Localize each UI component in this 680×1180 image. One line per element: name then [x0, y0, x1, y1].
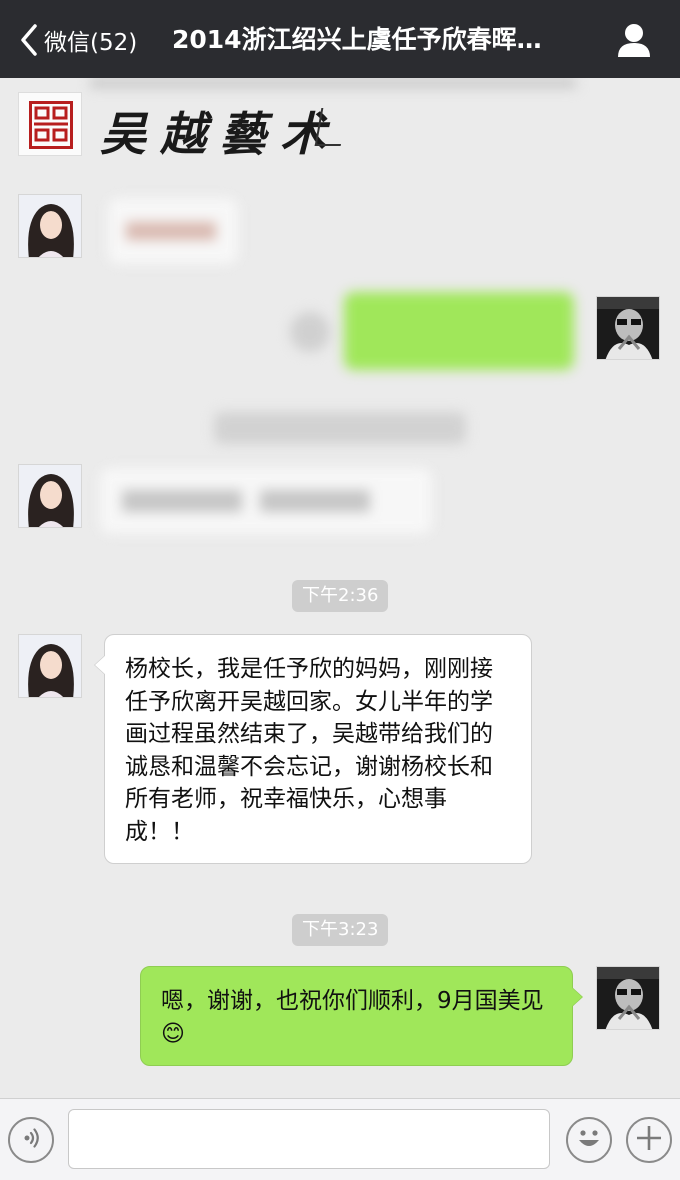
outgoing-message-text: 嗯，谢谢，也祝你们顺利，9月国美见 😊	[161, 985, 556, 1050]
person-icon	[614, 24, 654, 62]
blurred-name-strip	[90, 78, 576, 88]
sender-avatar[interactable]	[18, 464, 82, 528]
smiley-icon	[569, 1118, 609, 1162]
blurred-message	[344, 292, 574, 370]
plus-icon	[634, 1123, 664, 1157]
smiley-emoji-icon: 😊	[161, 1020, 185, 1047]
chat-area[interactable]: 吴越藝术 下午2:36 杨校长，我是任予欣的妈妈，刚刚接任予欣离开吴越回家。女儿…	[0, 78, 680, 1098]
blurred-message	[290, 312, 330, 352]
more-button[interactable]	[626, 1117, 672, 1163]
blurred-message	[108, 198, 238, 264]
sender-avatar[interactable]	[18, 634, 82, 698]
blurred-notice	[214, 412, 466, 444]
blurred-message	[100, 468, 432, 534]
calligraphy-text: 吴越藝术	[100, 107, 340, 161]
voice-icon	[18, 1125, 44, 1155]
message-input[interactable]	[68, 1109, 550, 1169]
man-portrait-icon	[597, 967, 659, 1029]
calligraphy-image[interactable]: 吴越藝术	[92, 90, 352, 162]
timestamp: 下午2:36	[292, 580, 389, 612]
girl-portrait-icon	[19, 465, 81, 527]
emoji-button[interactable]	[566, 1117, 612, 1163]
outgoing-text: 嗯，谢谢，也祝你们顺利，9月国美见	[161, 988, 544, 1014]
incoming-message-text: 杨校长，我是任予欣的妈妈，刚刚接任予欣离开吴越回家。女儿半年的学画过程虽然结束了…	[125, 656, 493, 845]
incoming-message-bubble[interactable]: 杨校长，我是任予欣的妈妈，刚刚接任予欣离开吴越回家。女儿半年的学画过程虽然结束了…	[94, 634, 532, 864]
outgoing-message-bubble[interactable]: 嗯，谢谢，也祝你们顺利，9月国美见 😊	[140, 966, 583, 1066]
timestamp: 下午3:23	[292, 914, 389, 946]
sender-avatar[interactable]	[18, 194, 82, 258]
chat-title: 2014浙江绍兴上虞任予欣春晖…	[172, 25, 542, 54]
my-avatar[interactable]	[596, 966, 660, 1030]
girl-portrait-icon	[19, 195, 81, 257]
chevron-left-icon	[20, 24, 38, 56]
man-portrait-icon	[597, 297, 659, 359]
sender-avatar-seal[interactable]	[18, 92, 82, 156]
back-label: 微信(52)	[44, 30, 138, 56]
back-button[interactable]: 微信(52)	[20, 20, 137, 60]
input-bar	[0, 1098, 680, 1180]
navigation-bar: 微信(52) 2014浙江绍兴上虞任予欣春晖…	[0, 0, 680, 78]
my-avatar[interactable]	[596, 296, 660, 360]
girl-portrait-icon	[19, 635, 81, 697]
seal-stamp-icon	[29, 101, 73, 149]
chat-info-button[interactable]	[614, 22, 654, 58]
signature-seal-icon	[314, 108, 348, 146]
voice-button[interactable]	[8, 1117, 54, 1163]
